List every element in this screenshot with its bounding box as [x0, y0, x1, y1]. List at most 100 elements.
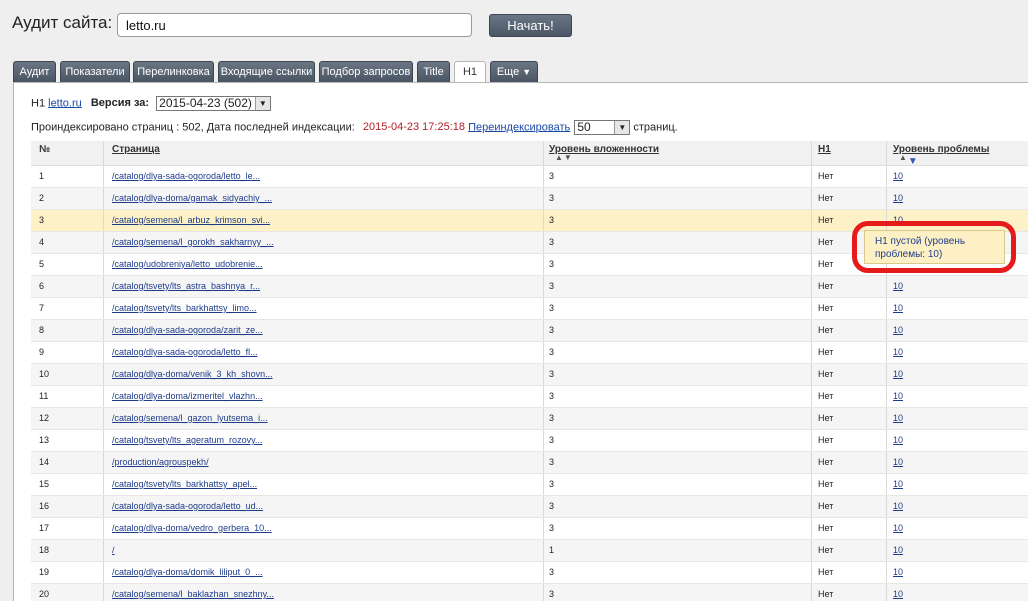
- table-row: 10/catalog/dlya-doma/venik_3_kh_shovn...…: [31, 364, 1028, 386]
- sort-arrows[interactable]: ▲▼: [555, 153, 573, 162]
- page-link[interactable]: /catalog/dlya-sada-ogoroda/letto_fl...: [112, 347, 258, 357]
- tab-title[interactable]: Title: [417, 61, 450, 82]
- row-number: 8: [39, 325, 45, 335]
- problem-level-link[interactable]: 10: [893, 171, 903, 181]
- page-link[interactable]: /catalog/dlya-doma/gamak_sidyachiy_...: [112, 193, 272, 203]
- row-number: 11: [39, 391, 49, 401]
- problem-level-link[interactable]: 10: [893, 391, 903, 401]
- start-button[interactable]: Начать!: [489, 14, 572, 37]
- caret-down-icon: ▼: [522, 67, 532, 77]
- row-number: 5: [39, 259, 45, 269]
- page-link[interactable]: /catalog/semena/l_arbuz_krimson_svi...: [112, 215, 270, 225]
- page-link[interactable]: /catalog/dlya-sada-ogoroda/letto_ud...: [112, 501, 263, 511]
- page-link[interactable]: /catalog/dlya-sada-ogoroda/letto_le...: [112, 171, 260, 181]
- page-link[interactable]: /catalog/dlya-doma/venik_3_kh_shovn...: [112, 369, 273, 379]
- row-number: 17: [39, 523, 50, 533]
- page-link[interactable]: /catalog/tsvety/lts_barkhattsy_apel...: [112, 479, 257, 489]
- problem-level-link[interactable]: 10: [893, 281, 903, 291]
- chevron-down-icon: ▼: [614, 121, 630, 134]
- problem-level-link[interactable]: 10: [893, 193, 903, 203]
- problem-level-link[interactable]: 10: [893, 457, 903, 467]
- sort-arrows[interactable]: ▲▼: [899, 153, 918, 167]
- problem-level-link[interactable]: 10: [893, 413, 903, 423]
- row-number: 7: [39, 303, 45, 313]
- tab-incoming-links[interactable]: Входящие ссылки: [218, 61, 315, 82]
- site-link[interactable]: letto.ru: [48, 97, 82, 109]
- reindex-link[interactable]: Переиндексировать: [468, 121, 570, 133]
- depth-value: 3: [549, 347, 555, 357]
- depth-value: 3: [549, 523, 555, 533]
- problem-level-link[interactable]: 10: [893, 567, 903, 577]
- page-link[interactable]: /catalog/dlya-doma/vedro_gerbera_10...: [112, 523, 272, 533]
- problem-level-link[interactable]: 10: [893, 523, 903, 533]
- table-row: 9/catalog/dlya-sada-ogoroda/letto_fl... 3…: [31, 342, 1028, 364]
- row-number: 2: [39, 193, 45, 203]
- problem-level-link[interactable]: 10: [893, 325, 903, 335]
- site-url-input[interactable]: [117, 13, 472, 37]
- tab-indicators[interactable]: Показатели: [60, 61, 130, 82]
- row-number: 19: [39, 567, 50, 577]
- problem-level-link[interactable]: 10: [893, 369, 903, 379]
- table-row: 12/catalog/semena/l_gazon_lyutsema_i... 3…: [31, 408, 1028, 430]
- depth-value: 3: [549, 457, 555, 467]
- page-size-select[interactable]: 50 ▼: [574, 120, 631, 135]
- h1-value: Нет: [818, 325, 834, 335]
- problem-level-link[interactable]: 10: [893, 479, 903, 489]
- h1-value: Нет: [818, 215, 834, 225]
- problem-level-link[interactable]: 10: [893, 545, 903, 555]
- page-link[interactable]: /catalog/dlya-doma/domik_liliput_0_...: [112, 567, 263, 577]
- tab-keyword-selection[interactable]: Подбор запросов: [319, 61, 413, 82]
- page-link[interactable]: /catalog/udobreniya/letto_udobrenie...: [112, 259, 263, 269]
- page-link[interactable]: /catalog/tsvety/lts_ageratum_rozovy...: [112, 435, 262, 445]
- page-link[interactable]: /: [112, 545, 115, 555]
- page-link[interactable]: /catalog/dlya-doma/izmeritel_vlazhn...: [112, 391, 263, 401]
- problem-level-link[interactable]: 10: [893, 501, 903, 511]
- problem-level-link[interactable]: 10: [893, 303, 903, 313]
- table-row: 19/catalog/dlya-doma/domik_liliput_0_...…: [31, 562, 1028, 584]
- chevron-down-icon: ▼: [254, 97, 270, 110]
- index-info-line: Проиндексировано страниц : 502, Дата пос…: [31, 120, 678, 135]
- table-row: 2/catalog/dlya-doma/gamak_sidyachiy_... 3…: [31, 188, 1028, 210]
- audit-header: Аудит сайта: Начать!: [0, 0, 1028, 60]
- page-link[interactable]: /production/agrouspekh/: [112, 457, 209, 467]
- tab-audit[interactable]: Аудит: [13, 61, 56, 82]
- page-link[interactable]: /catalog/dlya-sada-ogoroda/zarit_ze...: [112, 325, 263, 335]
- h1-value: Нет: [818, 567, 834, 577]
- table-row: 20/catalog/semena/l_baklazhan_snezhny...…: [31, 584, 1028, 601]
- problem-level-link[interactable]: 10: [893, 435, 903, 445]
- col-page[interactable]: Страница: [112, 144, 160, 155]
- row-number: 3: [39, 215, 45, 225]
- col-number: №: [39, 144, 51, 155]
- row-number: 4: [39, 237, 45, 247]
- version-select[interactable]: 2015-04-23 (502) ▼: [156, 96, 271, 111]
- row-number: 9: [39, 347, 45, 357]
- page-size-value: 50: [577, 120, 591, 134]
- h1-value: Нет: [818, 435, 834, 445]
- row-number: 6: [39, 281, 45, 291]
- page-link[interactable]: /catalog/tsvety/lts_astra_bashnya_r...: [112, 281, 260, 291]
- tab-h1[interactable]: H1: [454, 61, 486, 83]
- depth-value: 3: [549, 479, 555, 489]
- row-number: 12: [39, 413, 50, 423]
- table-row: 8/catalog/dlya-sada-ogoroda/zarit_ze... 3…: [31, 320, 1028, 342]
- h1-value: Нет: [818, 193, 834, 203]
- h1-value: Нет: [818, 237, 834, 247]
- depth-value: 1: [549, 545, 555, 555]
- problem-level-link[interactable]: 10: [893, 347, 903, 357]
- tab-more[interactable]: Еще ▼: [490, 61, 538, 82]
- problem-level-link[interactable]: 10: [893, 589, 903, 599]
- depth-value: 3: [549, 369, 555, 379]
- depth-value: 3: [549, 391, 555, 401]
- page-link[interactable]: /catalog/semena/l_gazon_lyutsema_i...: [112, 413, 268, 423]
- page-link[interactable]: /catalog/tsvety/lts_barkhattsy_limo...: [112, 303, 257, 313]
- h1-value: Нет: [818, 545, 834, 555]
- row-number: 1: [39, 171, 45, 181]
- depth-value: 3: [549, 281, 555, 291]
- col-h1[interactable]: H1: [818, 144, 831, 155]
- h1-value: Нет: [818, 281, 834, 291]
- tab-linking[interactable]: Перелинковка: [133, 61, 214, 82]
- table-row: 16/catalog/dlya-sada-ogoroda/letto_ud...…: [31, 496, 1028, 518]
- page-link[interactable]: /catalog/semena/l_gorokh_sakharnyy_...: [112, 237, 274, 247]
- h1-value: Нет: [818, 479, 834, 489]
- page-link[interactable]: /catalog/semena/l_baklazhan_snezhny...: [112, 589, 274, 599]
